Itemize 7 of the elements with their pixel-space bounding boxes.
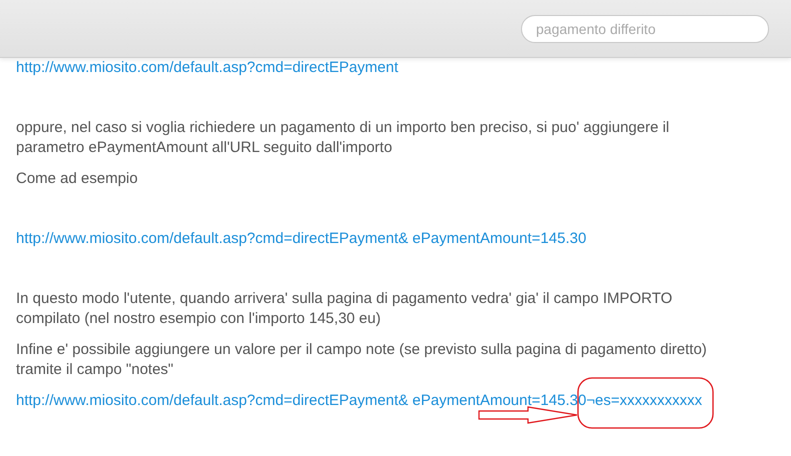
paragraph: Infine e' possibile aggiungere un valore per il campo note (se previsto sulla pagina di pagamento diretto) tramite il campo "notes" bbox=[16, 340, 708, 380]
paragraph: oppure, nel caso si voglia richiedere un pagamento di un importo ben preciso, si puo' aggiungere il parametro ePaymentAmount all'URL seguito dall'importo bbox=[16, 118, 670, 158]
url-link[interactable]: http://www.miosito.com/default.asp?cmd=directEPayment& ePaymentAmount=145.30 bbox=[16, 229, 586, 249]
paragraph: Come ad esempio bbox=[16, 169, 139, 189]
search-field[interactable]: pagamento differito bbox=[521, 14, 769, 42]
url-link[interactable]: http://www.miosito.com/default.asp?cmd=directEPayment bbox=[16, 58, 398, 78]
paragraph: In questo modo l'utente, quando arrivera' sulla pagina di pagamento vedra' gia' il campo IMPORTO compilato (nel nostro esempio con l'importo 145,30 eu) bbox=[16, 289, 674, 329]
